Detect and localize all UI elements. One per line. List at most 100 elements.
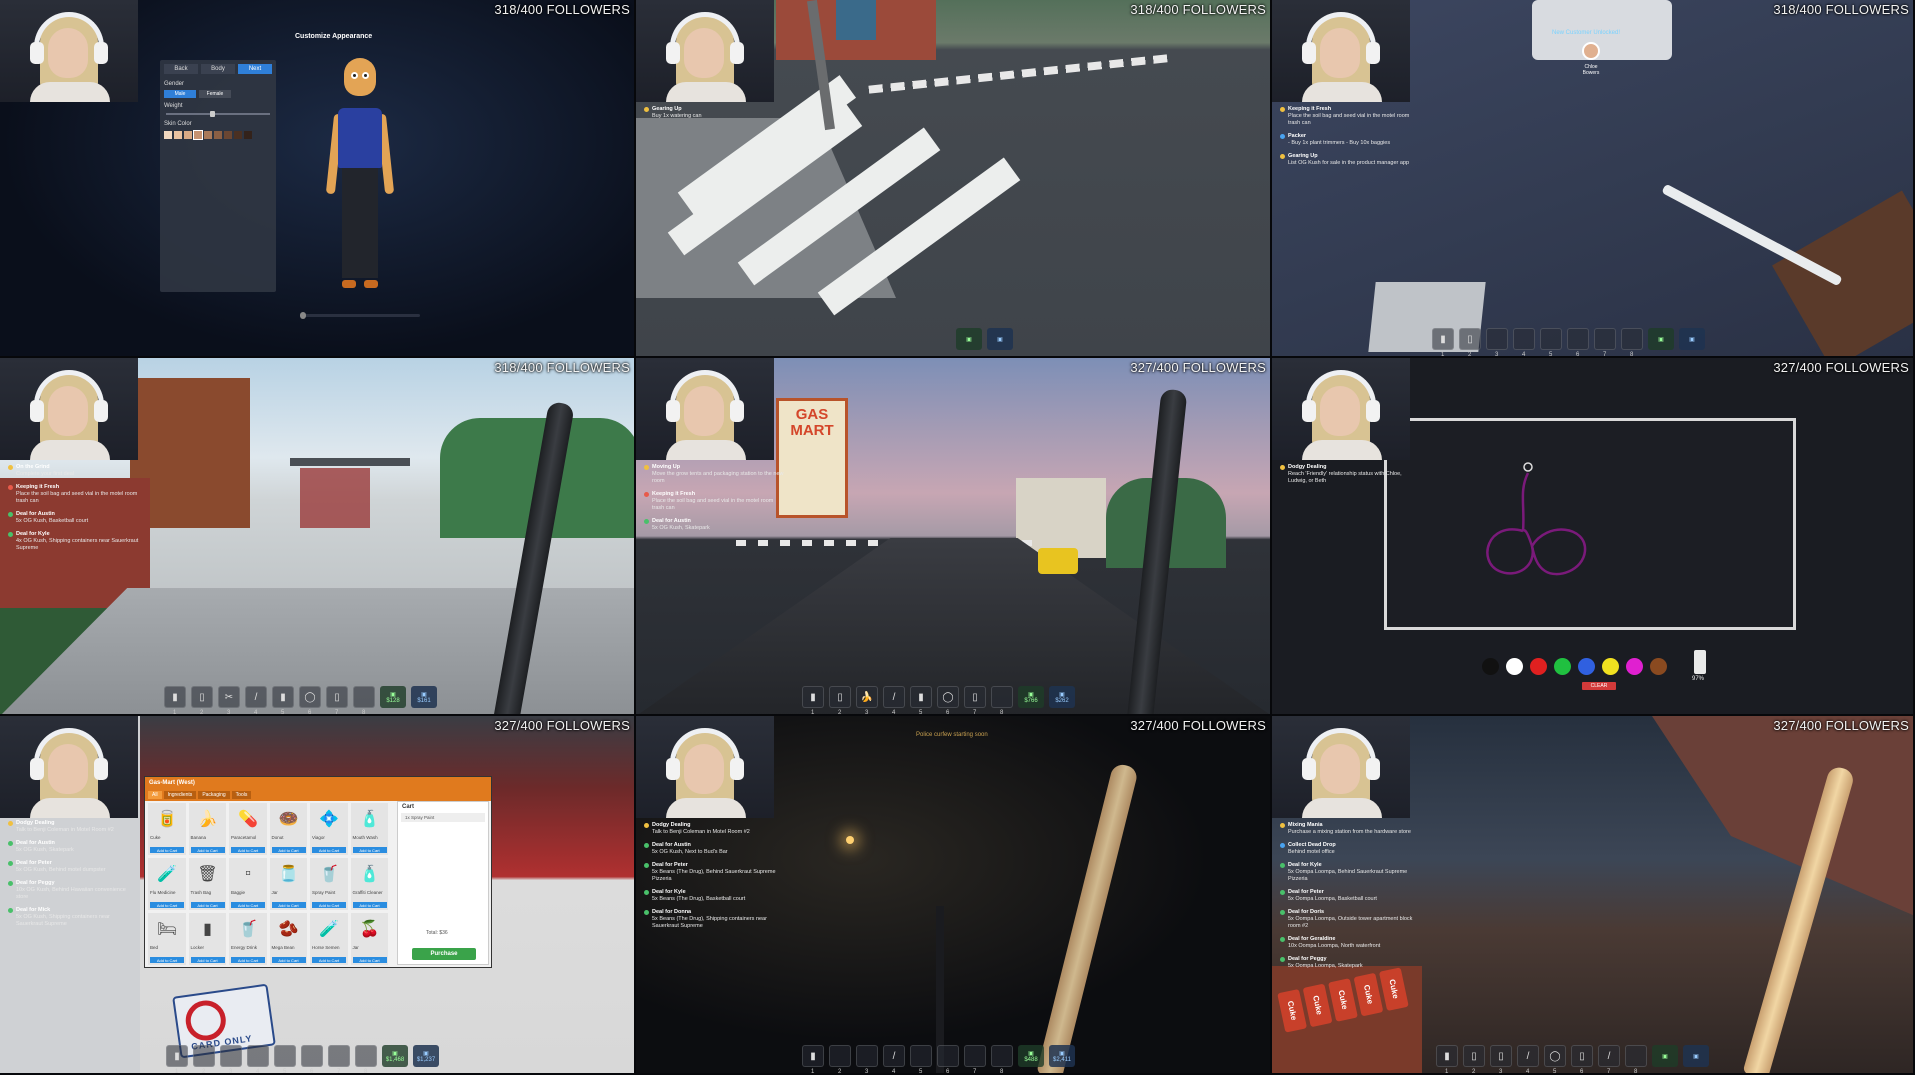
hotbar-slot[interactable]: /4	[883, 1045, 905, 1073]
add-to-cart-button[interactable]: Add to Cart	[312, 847, 346, 853]
hotbar-slot[interactable]: ▮ 1	[166, 1045, 188, 1073]
hotbar-slot[interactable]: 🍌 3	[856, 686, 878, 714]
hotbar-slot[interactable]: 4	[247, 1045, 269, 1073]
skin-swatch[interactable]	[184, 131, 192, 139]
add-to-cart-button[interactable]: Add to Cart	[271, 957, 306, 963]
skin-swatch[interactable]	[234, 131, 242, 139]
skin-swatch[interactable]	[193, 130, 203, 140]
hotbar-slot[interactable]: ✂ 3	[218, 686, 240, 714]
hotbar-slot[interactable]: 2	[193, 1045, 215, 1073]
add-to-cart-button[interactable]: Add to Cart	[150, 902, 184, 908]
add-to-cart-button[interactable]: Add to Cart	[150, 847, 184, 853]
hotbar-slot[interactable]: ◯ 6	[299, 686, 321, 714]
skin-swatch[interactable]	[214, 131, 222, 139]
drawing-canvas[interactable]	[1384, 418, 1796, 630]
hotbar-slot[interactable]: /4	[1517, 1045, 1539, 1073]
hotbar-slot[interactable]: ▮ 1	[802, 1045, 824, 1073]
add-to-cart-button[interactable]: Add to Cart	[190, 902, 225, 908]
shop-tab-tools[interactable]: Tools	[231, 791, 252, 799]
hotbar-slot[interactable]: 2	[829, 1045, 851, 1073]
hotbar-slot[interactable]: ▯ 6	[1571, 1045, 1593, 1073]
hotbar-slot[interactable]: ▮ 1	[164, 686, 186, 714]
hotbar-slot[interactable]: 5	[1540, 328, 1562, 356]
add-to-cart-button[interactable]: Add to Cart	[352, 902, 387, 908]
gender-female-button[interactable]: Female	[199, 90, 231, 98]
tab-back[interactable]: Back	[164, 64, 198, 74]
hotbar-slot[interactable]: 8	[1625, 1045, 1647, 1073]
hotbar-slot[interactable]: /4	[883, 686, 905, 714]
hotbar-slot[interactable]: ▯ 2	[191, 686, 213, 714]
clear-button[interactable]: CLEAR	[1582, 682, 1616, 690]
add-to-cart-button[interactable]: Add to Cart	[231, 902, 265, 908]
add-to-cart-button[interactable]: Add to Cart	[150, 957, 184, 963]
hotbar-slot[interactable]: 5	[910, 1045, 932, 1073]
skin-swatch[interactable]	[224, 131, 232, 139]
skin-swatch[interactable]	[204, 131, 212, 139]
add-to-cart-button[interactable]: Add to Cart	[352, 847, 387, 853]
stream-grid: 318/400 FOLLOWERS Customize Appearance B…	[0, 0, 1915, 1075]
color-swatch[interactable]	[1626, 658, 1643, 675]
hotbar-slot[interactable]: /7	[1598, 1045, 1620, 1073]
shop-tab-ingredients[interactable]: Ingredients	[163, 791, 197, 799]
hotbar-slot[interactable]: 8	[355, 1045, 377, 1073]
skin-swatch[interactable]	[244, 131, 252, 139]
cart-line[interactable]: 1x Spray Paint	[401, 813, 485, 822]
hotbar-slot[interactable]: 6	[301, 1045, 323, 1073]
hotbar-slot[interactable]: 4	[1513, 328, 1535, 356]
add-to-cart-button[interactable]: Add to Cart	[231, 847, 265, 853]
hotbar-slot[interactable]: ▮ 1	[1432, 328, 1454, 356]
hotbar-slot[interactable]: ▯ 3	[1490, 1045, 1512, 1073]
color-swatch[interactable]	[1506, 658, 1523, 675]
color-swatch[interactable]	[1650, 658, 1667, 675]
hotbar-slot[interactable]: /4	[245, 686, 267, 714]
color-swatch[interactable]	[1602, 658, 1619, 675]
add-to-cart-button[interactable]: Add to Cart	[190, 847, 225, 853]
hotbar-slot[interactable]: 7	[964, 1045, 986, 1073]
skin-swatch[interactable]	[174, 131, 182, 139]
shop-tab-all[interactable]: All	[148, 791, 162, 799]
color-swatch[interactable]	[1578, 658, 1595, 675]
hotbar-slot[interactable]: 8	[991, 686, 1013, 714]
hotbar-slot[interactable]: 3	[856, 1045, 878, 1073]
hotbar-slot[interactable]: 6	[937, 1045, 959, 1073]
skin-swatch[interactable]	[164, 131, 172, 139]
tab-body[interactable]: Body	[201, 64, 235, 74]
hotbar-slot[interactable]: ▮ 1	[802, 686, 824, 714]
gender-male-button[interactable]: Male	[164, 90, 196, 98]
add-to-cart-button[interactable]: Add to Cart	[271, 902, 306, 908]
tab-next[interactable]: Next	[238, 64, 272, 74]
shop-tab-packaging[interactable]: Packaging	[198, 791, 230, 799]
hotbar-slot[interactable]: 3	[220, 1045, 242, 1073]
add-to-cart-button[interactable]: Add to Cart	[271, 847, 306, 853]
hotbar-slot[interactable]: ▮ 5	[272, 686, 294, 714]
hotbar-slot[interactable]: ▯ 7	[964, 686, 986, 714]
add-to-cart-button[interactable]: Add to Cart	[312, 902, 346, 908]
hotbar-slot[interactable]: ◯ 5	[1544, 1045, 1566, 1073]
hotbar-slot[interactable]: ▯ 2	[829, 686, 851, 714]
hotbar-slot[interactable]: 7	[1594, 328, 1616, 356]
hotbar-slot[interactable]: ▯ 7	[326, 686, 348, 714]
color-swatch[interactable]	[1482, 658, 1499, 675]
hotbar-slot[interactable]: 5	[274, 1045, 296, 1073]
hotbar-slot[interactable]: ▮ 1	[1436, 1045, 1458, 1073]
hotbar-slot[interactable]: ▯ 2	[1463, 1045, 1485, 1073]
hotbar-slot[interactable]: ◯ 6	[937, 686, 959, 714]
hotbar-slot[interactable]: ▯ 2	[1459, 328, 1481, 356]
skin-color-swatches[interactable]	[160, 128, 276, 142]
add-to-cart-button[interactable]: Add to Cart	[352, 957, 387, 963]
add-to-cart-button[interactable]: Add to Cart	[312, 957, 346, 963]
color-swatch[interactable]	[1530, 658, 1547, 675]
color-swatch[interactable]	[1554, 658, 1571, 675]
hotbar-slot[interactable]: ▮ 5	[910, 686, 932, 714]
hotbar-slot[interactable]: 6	[1567, 328, 1589, 356]
hotbar-slot[interactable]: 3	[1486, 328, 1508, 356]
add-to-cart-button[interactable]: Add to Cart	[190, 957, 225, 963]
hotbar-slot[interactable]: 8	[1621, 328, 1643, 356]
hotbar-slot[interactable]: 8	[353, 686, 375, 714]
hotbar-slot[interactable]: 7	[328, 1045, 350, 1073]
weight-slider[interactable]	[166, 111, 270, 117]
rotate-slider[interactable]	[300, 312, 420, 319]
purchase-button[interactable]: Purchase	[412, 948, 476, 960]
add-to-cart-button[interactable]: Add to Cart	[231, 957, 265, 963]
hotbar-slot[interactable]: 8	[991, 1045, 1013, 1073]
